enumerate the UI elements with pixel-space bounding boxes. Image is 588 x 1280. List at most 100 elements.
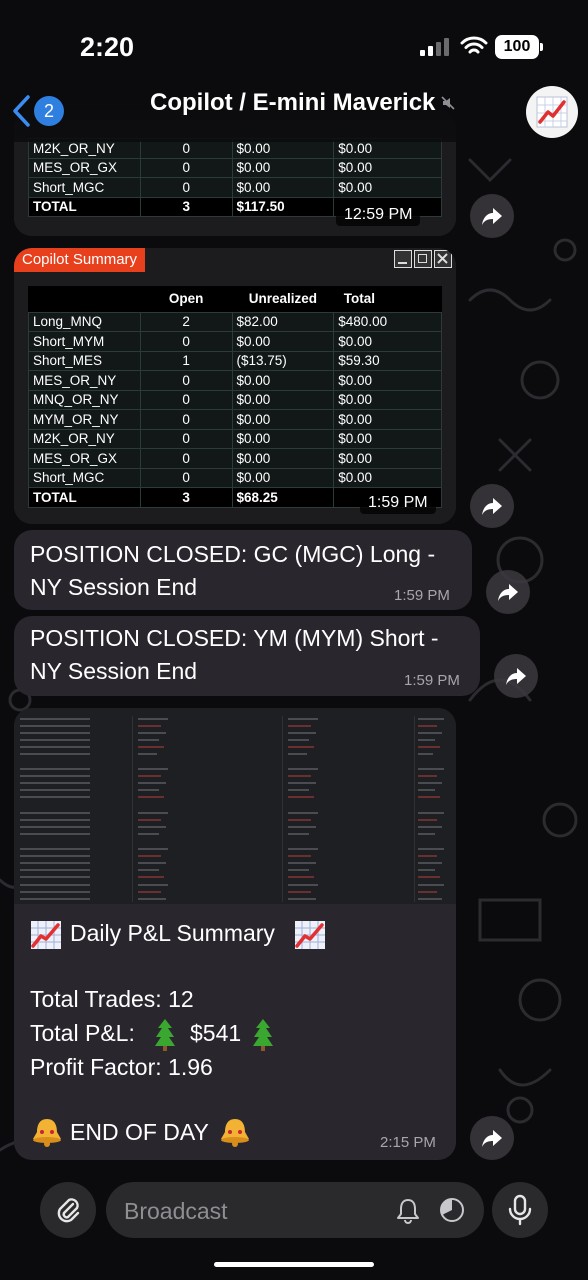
share-arrow-icon — [498, 584, 518, 601]
report-line — [288, 819, 311, 821]
report-line — [288, 826, 316, 828]
total-label: TOTAL — [28, 196, 141, 217]
strategy-name: Short_MGC — [28, 467, 141, 488]
chart-increasing-icon — [295, 921, 325, 949]
open-count: 0 — [139, 467, 233, 488]
report-line — [288, 739, 309, 741]
channel-avatar[interactable] — [526, 86, 578, 138]
message-text-line: POSITION CLOSED: GC (MGC) Long - — [30, 541, 436, 567]
report-line — [288, 891, 311, 893]
strategy-name: MNQ_OR_NY — [28, 389, 141, 410]
message-time: 2:15 PM — [380, 1134, 436, 1151]
report-line — [418, 718, 444, 720]
report-line — [418, 753, 433, 755]
report-line — [288, 789, 309, 791]
open-count: 0 — [139, 409, 233, 430]
report-line — [20, 855, 90, 857]
chart-increasing-icon — [536, 96, 568, 128]
report-line — [288, 898, 316, 900]
report-line — [20, 796, 90, 798]
back-button[interactable]: 2 — [10, 94, 66, 128]
summary-message[interactable]: Copilot Summary Open Unrealized Total Lo… — [14, 248, 456, 524]
open-count: 0 — [139, 428, 233, 449]
message-text-line: POSITION CLOSED: YM (MYM) Short - — [30, 625, 439, 651]
open-count: 0 — [139, 331, 233, 352]
unrealized-value: $0.00 — [231, 428, 335, 449]
report-line — [138, 876, 164, 878]
unrealized-value: $0.00 — [231, 448, 335, 469]
report-line — [288, 746, 314, 748]
notification-bell-icon[interactable] — [394, 1196, 422, 1224]
report-line — [20, 739, 90, 741]
message-text-line: NY Session End — [30, 658, 198, 684]
col-header-open: Open — [168, 291, 204, 307]
chevron-left-icon — [13, 95, 30, 127]
end-of-day-text: END OF DAY — [70, 1119, 209, 1145]
report-line — [288, 862, 316, 864]
report-line — [418, 833, 435, 835]
report-line — [20, 789, 90, 791]
microphone-button[interactable] — [492, 1182, 548, 1238]
chat-header: 2 Copilot / E-mini Maverick — [0, 80, 588, 142]
report-line — [288, 869, 309, 871]
table-row: MES_OR_GX 0 $0.00 $0.00 — [28, 157, 442, 178]
message-input[interactable]: Broadcast — [106, 1182, 484, 1238]
report-line — [288, 848, 318, 850]
message-time: 1:59 PM — [394, 587, 450, 604]
tree-icon — [155, 1019, 175, 1051]
report-line — [138, 732, 166, 734]
report-line — [138, 789, 159, 791]
report-line — [20, 862, 90, 864]
wifi-icon — [460, 36, 488, 54]
share-arrow-icon — [482, 208, 502, 225]
report-line — [288, 753, 307, 755]
open-count: 0 — [139, 389, 233, 410]
report-line — [138, 768, 168, 770]
schedule-timer-icon[interactable] — [438, 1196, 466, 1224]
report-line — [138, 718, 168, 720]
report-line — [288, 768, 318, 770]
message-input-placeholder: Broadcast — [124, 1198, 228, 1224]
forward-button[interactable] — [470, 484, 514, 528]
chat-title: Copilot / E-mini Maverick — [150, 89, 436, 116]
report-line — [418, 855, 437, 857]
report-line — [288, 732, 316, 734]
report-line — [418, 739, 435, 741]
forward-button[interactable] — [494, 654, 538, 698]
forward-button[interactable] — [470, 194, 514, 238]
summary-table: Open Unrealized Total Long_MNQ 2 $82.00 $48… — [28, 286, 442, 508]
report-line — [418, 819, 437, 821]
attach-button[interactable] — [40, 1182, 96, 1238]
total-pnl-label: Total P&L: — [30, 1020, 135, 1046]
forward-button[interactable] — [470, 1116, 514, 1160]
daily-heading: Daily P&L Summary — [70, 920, 275, 946]
unrealized-value: $82.00 — [231, 311, 335, 332]
report-line — [138, 833, 159, 835]
open-count: 0 — [139, 177, 233, 198]
report-line — [418, 891, 437, 893]
message-bubble[interactable]: POSITION CLOSED: YM (MYM) Short - NY Ses… — [14, 616, 480, 696]
report-line — [138, 855, 161, 857]
window-controls — [394, 250, 452, 268]
message-bubble[interactable]: POSITION CLOSED: GC (MGC) Long - NY Sess… — [14, 530, 472, 610]
report-line — [138, 812, 168, 814]
report-line — [138, 869, 159, 871]
forward-button[interactable] — [486, 570, 530, 614]
report-line — [20, 869, 90, 871]
report-line — [418, 862, 442, 864]
table-row: M2K_OR_NY 0 $0.00 $0.00 — [28, 428, 442, 449]
table-row: MNQ_OR_NY 0 $0.00 $0.00 — [28, 389, 442, 410]
total-value: $0.00 — [333, 467, 442, 488]
report-line — [418, 768, 444, 770]
report-line — [138, 826, 166, 828]
strategy-name: MES_OR_GX — [28, 157, 141, 178]
panel-title: Copilot Summary — [14, 248, 146, 272]
report-line — [138, 796, 164, 798]
chat-title-area[interactable]: Copilot / E-mini Maverick — [150, 86, 455, 120]
report-line — [418, 775, 437, 777]
report-line — [138, 775, 161, 777]
daily-summary-message[interactable]: Daily P&L Summary Total Trades: 12 Total… — [14, 708, 456, 1160]
report-image[interactable] — [14, 708, 456, 904]
chart-increasing-icon — [31, 921, 61, 949]
status-bar: 2:20 100 — [0, 0, 588, 80]
